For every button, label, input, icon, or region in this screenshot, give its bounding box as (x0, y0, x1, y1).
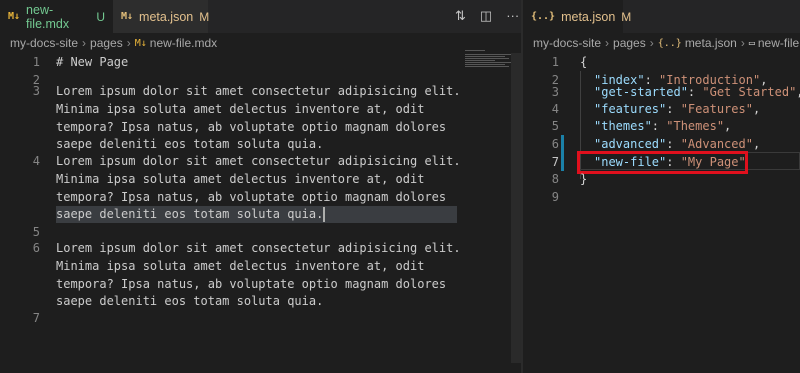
tab-meta-json[interactable]: {..} meta.json M (523, 0, 631, 33)
more-actions-icon[interactable]: ··· (506, 8, 519, 24)
chevron-right-icon: › (82, 36, 87, 50)
json-braces-icon: {..} (657, 37, 682, 49)
json-value: "Themes" (666, 119, 725, 133)
breadcrumb: my-docs-site › pages › M↓ new-file.mdx (0, 33, 521, 53)
line-number: 1 (32, 55, 40, 69)
breadcrumb-item[interactable]: my-docs-site (10, 36, 78, 50)
line-number: 3 (32, 84, 40, 98)
code-line: { (580, 55, 588, 69)
code-line: } (580, 172, 588, 186)
code-line: Lorem ipsum dolor sit amet consectetur a… (56, 154, 461, 168)
right-editor-group: {..} meta.json M my-docs-site › pages › … (523, 0, 800, 373)
tab-label: meta.json (139, 9, 194, 24)
markdown-icon: M↓ (8, 11, 21, 22)
code-line: Lorem ipsum dolor sit amet consectetur a… (56, 84, 461, 98)
code-editor[interactable]: 1 # New Page 2 3 Lorem ipsum dolor sit ame… (0, 53, 521, 373)
code-line: saepe deleniti eos totam soluta quia. (56, 137, 324, 151)
code-line: tempora? Ipsa natus, ab voluptate optio … (56, 190, 447, 204)
json-value: "Get Started" (702, 85, 797, 99)
json-value: "Features" (680, 102, 753, 116)
untracked-badge: U (96, 9, 105, 24)
json-comma: , (796, 85, 800, 99)
modified-badge: M (621, 9, 632, 24)
line-number: 4 (551, 102, 559, 116)
compare-changes-icon[interactable]: ⇅ (455, 8, 466, 24)
breadcrumb-item[interactable]: new-file (758, 36, 799, 50)
line-number: 4 (32, 154, 40, 168)
breadcrumb-item[interactable]: pages (90, 36, 123, 50)
json-key: "advanced" (594, 137, 667, 151)
code-line: saepe deleniti eos totam soluta quia. (56, 207, 324, 221)
tab-label: new-file.mdx (26, 2, 70, 31)
modified-badge: M (199, 9, 210, 24)
line-number: 7 (32, 311, 40, 325)
tab-new-file-mdx[interactable]: M↓ new-file.mdx U (0, 0, 113, 33)
breadcrumb: my-docs-site › pages › {..} meta.json › … (523, 33, 800, 53)
left-tab-bar: M↓ new-file.mdx U M↓ meta.json M ⇅ ◫ ··· (0, 0, 521, 33)
chevron-right-icon: › (740, 36, 745, 50)
tab-label: meta.json (561, 9, 616, 24)
json-comma: , (752, 137, 761, 151)
json-key: "get-started" (594, 85, 688, 99)
breadcrumb-item[interactable]: my-docs-site (533, 36, 601, 50)
json-value: "Advanced" (680, 137, 753, 151)
line-number: 3 (551, 85, 559, 99)
line-number: 9 (551, 190, 559, 204)
tab-meta-json[interactable]: M↓ meta.json M (113, 0, 210, 33)
json-comma: , (752, 102, 761, 116)
json-comma: , (724, 119, 732, 133)
code-line: Minima ipsa soluta amet delectus invento… (56, 172, 425, 186)
breadcrumb-item[interactable]: new-file.mdx (150, 36, 217, 50)
breadcrumb-item[interactable]: meta.json (685, 36, 737, 50)
line-number: 1 (551, 55, 559, 69)
json-braces-icon: {..} (531, 11, 556, 22)
text-cursor (323, 207, 326, 222)
chevron-right-icon: › (605, 36, 610, 50)
right-tab-bar: {..} meta.json M (523, 0, 800, 33)
json-key: "features" (594, 102, 667, 116)
json-key: "themes" (594, 119, 652, 133)
code-line: Minima ipsa soluta amet delectus invento… (56, 102, 425, 116)
line-number: 6 (32, 241, 40, 255)
editor-actions: ⇅ ◫ ··· (455, 8, 519, 24)
markdown-icon: M↓ (134, 37, 147, 49)
split-editor-icon[interactable]: ◫ (480, 8, 492, 24)
chevron-right-icon: › (649, 36, 654, 50)
breadcrumb-item[interactable]: pages (613, 36, 646, 50)
code-editor[interactable]: 1{ 2 "index": "Introduction", 3 "get-start… (523, 53, 800, 373)
code-line: Minima ipsa soluta amet delectus invento… (56, 259, 425, 273)
line-number: 6 (551, 137, 559, 151)
code-line: Lorem ipsum dolor sit amet consectetur a… (56, 241, 461, 255)
line-number: 7 (551, 155, 559, 169)
code-line: tempora? Ipsa natus, ab voluptate optio … (56, 277, 447, 291)
json-value: "My Page" (680, 155, 746, 169)
code-line: # New Page (56, 55, 129, 69)
json-key: "new-file" (594, 155, 667, 169)
line-number: 5 (551, 119, 559, 133)
code-line: tempora? Ipsa natus, ab voluptate optio … (56, 120, 447, 134)
line-number: 8 (551, 172, 559, 186)
chevron-right-icon: › (126, 36, 131, 50)
code-line: saepe deleniti eos totam soluta quia. (56, 294, 324, 308)
markdown-icon: M↓ (121, 11, 134, 22)
string-property-icon: ▭ (748, 37, 755, 49)
left-editor-group: M↓ new-file.mdx U M↓ meta.json M ⇅ ◫ ···… (0, 0, 521, 373)
